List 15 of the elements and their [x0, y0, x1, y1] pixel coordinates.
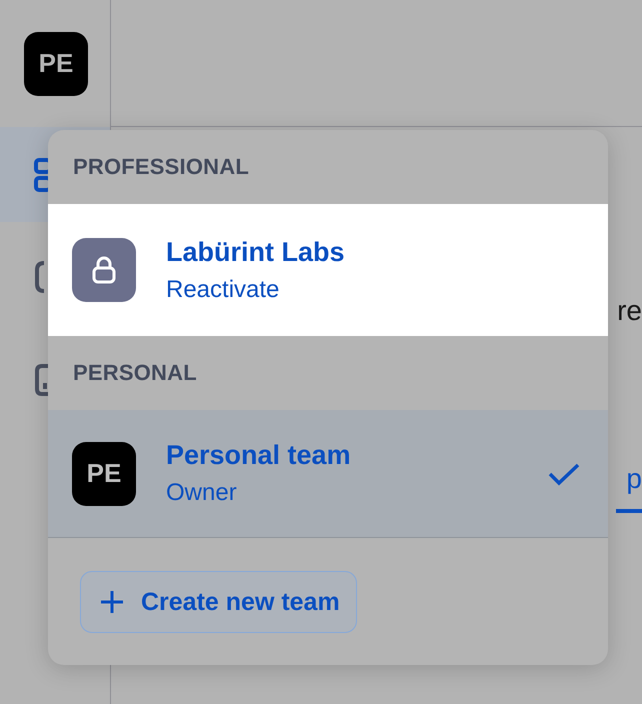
- team-avatar: PE: [72, 442, 136, 506]
- tab-label[interactable]: p: [616, 463, 642, 513]
- team-item[interactable]: PE Personal team Owner: [48, 410, 608, 538]
- plus-icon: [99, 589, 125, 615]
- section-heading: PROFESSIONAL: [72, 153, 250, 181]
- team-role: Owner: [166, 479, 238, 507]
- team-name: Personal team: [166, 440, 352, 471]
- text-fragment: re: [617, 295, 642, 327]
- team-name: Labürint Labs: [166, 236, 346, 268]
- lock-icon: [72, 238, 136, 302]
- avatar[interactable]: PE: [24, 32, 88, 96]
- team-item[interactable]: Labürint Labs Reactivate: [48, 204, 608, 336]
- section-heading: PERSONAL: [72, 359, 198, 387]
- reactivate-link[interactable]: Reactivate: [166, 276, 580, 304]
- check-icon: [548, 462, 580, 486]
